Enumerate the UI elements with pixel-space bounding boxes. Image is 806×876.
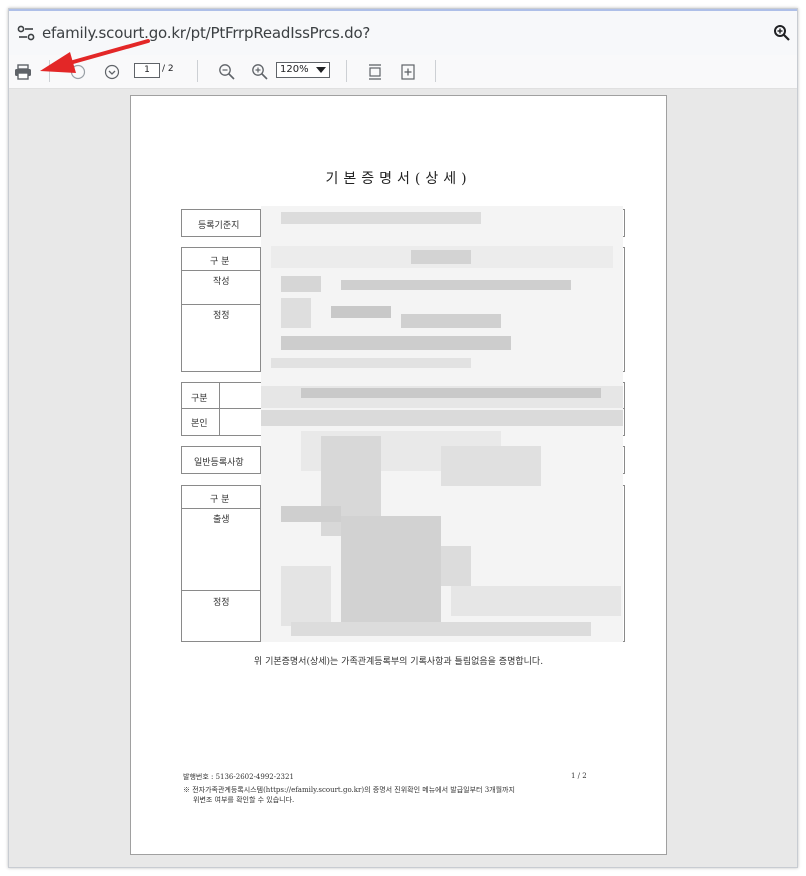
print-icon [15,63,31,80]
toolbar-divider [197,60,198,82]
zoom-select[interactable]: 120% [276,62,330,78]
page-number-input[interactable]: 1 [134,63,160,78]
redacted-content [261,206,623,642]
chevron-up-circle-icon [70,64,86,79]
page-plus-icon [401,63,415,80]
written-label: 작성 [213,277,230,287]
zoom-value: 120% [280,64,309,75]
print-button[interactable] [13,61,33,82]
document-title: 기본증명서(상세) [325,171,472,187]
next-page-button[interactable] [102,61,122,82]
chevron-down-circle-icon [104,64,120,79]
fit-page-button[interactable] [365,61,385,82]
fit-to-page-icon [369,63,381,80]
verification-note-line-2: 위변조 여부를 확인할 수 있습니다. [193,796,295,804]
zoom-in-icon [251,64,268,80]
url-text[interactable]: efamily.scourt.go.kr/pt/PtFrrpReadIssPrc… [42,24,370,42]
zoom-out-button[interactable] [216,61,236,82]
pdf-toolbar: 1 / 2 120% [9,55,797,89]
verification-note-line-1: ※ 전자가족관계등록시스템(https://efamily.scourt.go.… [183,786,515,794]
page-total: / 2 [162,64,174,74]
pdf-viewer-area[interactable]: 기본증명서(상세) 등록기준지 구 분 작성 정정 구분 본인 일반등록사항 구… [9,89,797,867]
issue-number: 발행번호 : 5136-2602-4992-2321 [183,773,294,781]
registration-base-label: 등록기준지 [198,221,240,231]
previous-page-button[interactable] [68,61,88,82]
toolbar-divider [49,60,50,82]
footer-page-number: 1 / 2 [571,772,587,780]
site-settings-icon[interactable] [17,25,35,41]
pdf-page: 기본증명서(상세) 등록기준지 구 분 작성 정정 구분 본인 일반등록사항 구… [130,95,667,855]
self-label: 본인 [191,419,208,429]
section-header-label: 구 분 [210,257,230,267]
chevron-down-icon [316,67,326,73]
section-header-label: 구 분 [210,495,230,505]
gubun-label: 구분 [191,394,208,404]
zoom-in-button[interactable] [249,61,269,82]
address-bar[interactable]: efamily.scourt.go.kr/pt/PtFrrpReadIssPrc… [9,11,797,56]
rotate-page-button[interactable] [398,61,418,82]
certification-statement: 위 기본증명서(상세)는 가족관계등록부의 기록사항과 틀림없음을 증명합니다. [253,657,544,667]
birth-label: 출생 [213,515,230,525]
general-items-label: 일반등록사항 [194,458,244,468]
toolbar-divider [435,60,436,82]
corrected-label: 정정 [213,598,230,608]
browser-window: efamily.scourt.go.kr/pt/PtFrrpReadIssPrc… [8,8,798,868]
toolbar-divider [346,60,347,82]
corrected-label: 정정 [213,311,230,321]
zoom-out-icon [218,64,235,80]
zoom-magnifier-icon[interactable] [773,24,791,42]
